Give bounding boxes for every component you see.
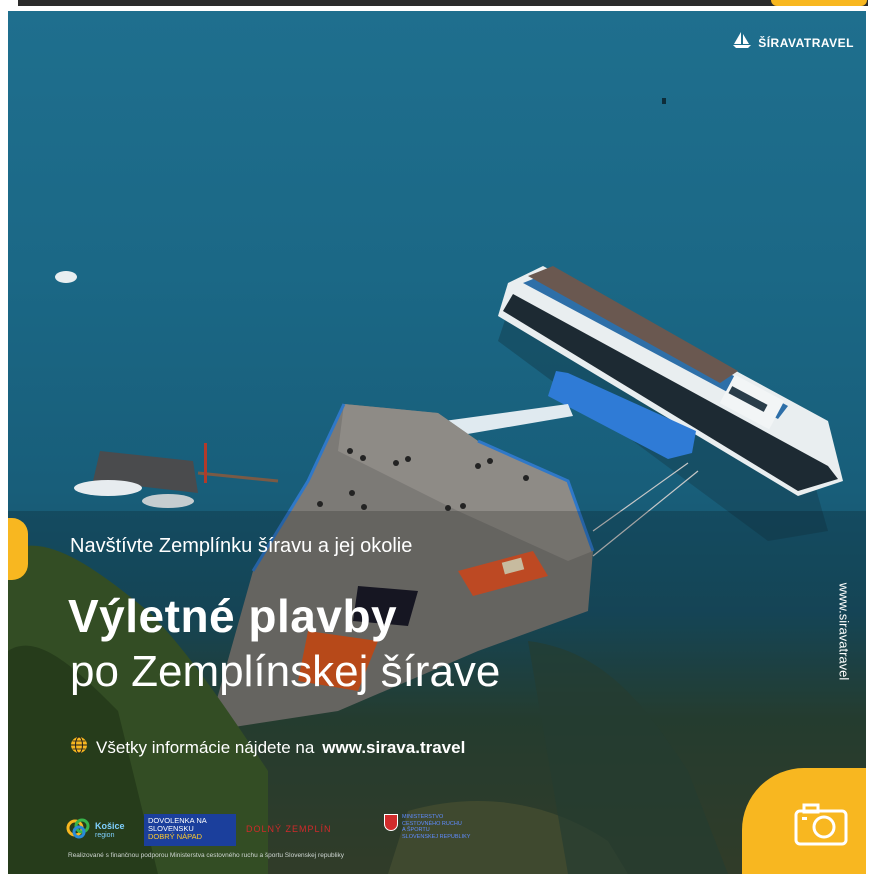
kosice-text: Košice — [95, 820, 125, 831]
left-accent-tab — [8, 518, 28, 580]
top-strip — [0, 0, 871, 10]
top-strip-accent — [771, 0, 867, 6]
ministry-logo: MINISTERSTVO CESTOVNÉHO RUCHU A ŠPORTU S… — [384, 814, 470, 840]
top-strip-image-edge — [18, 0, 868, 6]
camera-corner-badge[interactable] — [742, 768, 866, 874]
dovolenka-logo: DOVOLENKA NA SLOVENSKU DOBRÝ NÁPAD — [144, 814, 236, 846]
kosice-sub: region — [95, 831, 115, 839]
info-line: Všetky informácie nájdete na www.sirava.… — [70, 736, 465, 759]
ministry-line4: SLOVENSKEJ REPUBLIKY — [402, 833, 471, 840]
headline-title-bold: Výletné plavby — [68, 590, 398, 642]
brand-logo: ŠÍRAVATRAVEL — [732, 31, 854, 54]
globe-icon — [70, 736, 88, 759]
info-text: Všetky informácie nájdete na — [96, 737, 315, 757]
dovolenka-line3: DOBRÝ NÁPAD — [148, 832, 203, 841]
camera-icon[interactable] — [794, 802, 848, 851]
funding-note: Realizované s finančnou podporou Ministe… — [68, 852, 345, 859]
kosice-region-logo: Košice region — [66, 816, 125, 845]
slovak-coat-of-arms-icon — [384, 814, 398, 831]
side-url-text: www.siravatravel — [836, 582, 852, 680]
side-url: www.siravatravel — [834, 571, 854, 691]
post-image[interactable]: ŠÍRAVATRAVEL www.siravatravel Navštívte … — [8, 11, 866, 874]
dolny-zemplin-logo: DOLNÝ ZEMPLÍN — [246, 824, 332, 834]
headline-subtitle: Navštívte Zemplínku šíravu a jej okolie — [70, 535, 413, 557]
kosice-mark-icon — [66, 816, 92, 845]
headline-title-regular: po Zemplínskej šírave — [70, 647, 501, 696]
info-url[interactable]: www.sirava.travel — [322, 738, 465, 758]
sailboat-icon — [732, 31, 752, 54]
partner-logos: Košice region DOVOLENKA NA SLOVENSKU DOB… — [66, 812, 496, 848]
brand-name: ŠÍRAVATRAVEL — [758, 35, 854, 50]
